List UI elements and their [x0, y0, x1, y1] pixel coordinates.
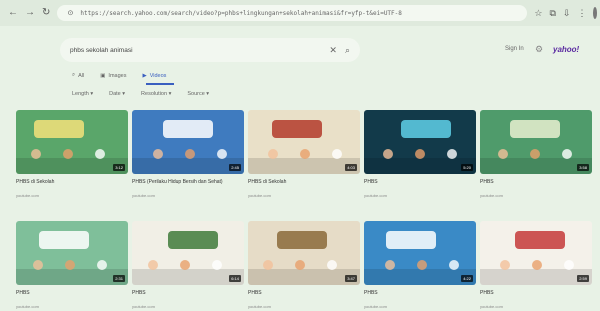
video-thumbnail[interactable]: 5:20: [364, 110, 476, 174]
video-thumbnail[interactable]: 3:58: [480, 110, 592, 174]
video-title[interactable]: PHBS: [480, 290, 592, 303]
video-duration: 3:12: [113, 164, 125, 171]
video-card[interactable]: 3:12 PHBS di Sekolah youtube.com: [16, 110, 128, 198]
extensions-icon[interactable]: ⧉: [549, 8, 555, 19]
video-duration: 3:47: [345, 275, 357, 282]
video-duration: 2:31: [113, 275, 125, 282]
search-tabs: ⌕ All ▣ Images ▶ Videos: [72, 72, 166, 79]
video-source: youtube.com: [248, 304, 271, 309]
video-card[interactable]: 2:31 PHBS youtube.com: [16, 221, 128, 309]
video-duration: 2:59: [577, 275, 589, 282]
address-bar[interactable]: ⊙ https://search.yahoo.com/search/video?…: [57, 5, 528, 21]
filter-source[interactable]: Source ▾: [187, 91, 209, 97]
play-icon: ▶: [142, 72, 147, 79]
video-source: youtube.com: [480, 304, 503, 309]
thumbnail-art: [16, 231, 128, 285]
video-card[interactable]: 4:03 PHBS di Sekolah youtube.com: [248, 110, 360, 198]
video-card[interactable]: 6:14 PHBS youtube.com: [132, 221, 244, 309]
site-info-icon[interactable]: ⊙: [65, 9, 75, 17]
video-title[interactable]: PHBS: [364, 179, 476, 192]
thumbnail-art: [16, 120, 128, 174]
filter-bar: Length ▾ Date ▾ Resolution ▾ Source ▾: [72, 91, 209, 97]
video-title[interactable]: PHBS di Sekolah: [248, 179, 360, 192]
menu-icon[interactable]: ⋮: [577, 8, 586, 19]
reload-icon[interactable]: ↻: [42, 8, 50, 18]
forward-arrow-icon[interactable]: →: [25, 8, 35, 18]
video-title[interactable]: PHBS: [480, 179, 592, 192]
video-source: youtube.com: [132, 304, 155, 309]
bookmark-star-icon[interactable]: ☆: [534, 8, 542, 19]
tab-all[interactable]: ⌕ All: [72, 72, 84, 79]
profile-avatar[interactable]: [593, 7, 598, 19]
tab-images[interactable]: ▣ Images: [100, 72, 126, 79]
video-card[interactable]: 3:47 PHBS youtube.com: [248, 221, 360, 309]
video-source: youtube.com: [16, 193, 39, 198]
video-title[interactable]: PHBS: [16, 290, 128, 303]
video-thumbnail[interactable]: 3:12: [16, 110, 128, 174]
thumbnail-art: [132, 120, 244, 174]
magnifier-icon: ⌕: [72, 72, 76, 78]
video-title[interactable]: PHBS: [364, 290, 476, 303]
search-box[interactable]: phbs sekolah animasi ✕ ⌕: [60, 38, 360, 62]
image-icon: ▣: [100, 72, 106, 79]
filter-length[interactable]: Length ▾: [72, 91, 93, 97]
video-source: youtube.com: [480, 193, 503, 198]
video-thumbnail[interactable]: 2:31: [16, 221, 128, 285]
filter-date[interactable]: Date ▾: [109, 91, 125, 97]
video-duration: 4:22: [461, 275, 473, 282]
video-duration: 3:58: [577, 164, 589, 171]
clear-icon[interactable]: ✕: [329, 45, 337, 56]
video-duration: 6:14: [229, 275, 241, 282]
video-duration: 5:20: [461, 164, 473, 171]
video-source: youtube.com: [364, 304, 387, 309]
video-duration: 2:45: [229, 164, 241, 171]
thumbnail-art: [248, 120, 360, 174]
gear-icon[interactable]: ⚙: [535, 44, 543, 55]
back-arrow-icon[interactable]: ←: [8, 8, 18, 18]
thumbnail-art: [248, 231, 360, 285]
video-thumbnail[interactable]: 2:59: [480, 221, 592, 285]
search-icon[interactable]: ⌕: [345, 45, 350, 56]
video-title[interactable]: PHBS (Perilaku Hidup Bersih dan Sehat): [132, 179, 244, 192]
url-text: https://search.yahoo.com/search/video?p=…: [80, 9, 402, 17]
video-title[interactable]: PHBS: [132, 290, 244, 303]
active-tab-indicator: [146, 83, 174, 85]
thumbnail-art: [364, 120, 476, 174]
search-input[interactable]: phbs sekolah animasi: [70, 47, 321, 54]
thumbnail-art: [480, 231, 592, 285]
video-thumbnail[interactable]: 3:47: [248, 221, 360, 285]
video-source: youtube.com: [364, 193, 387, 198]
video-card[interactable]: 2:45 PHBS (Perilaku Hidup Bersih dan Seha…: [132, 110, 244, 198]
video-source: youtube.com: [248, 193, 271, 198]
filter-resolution[interactable]: Resolution ▾: [141, 91, 171, 97]
video-thumbnail[interactable]: 4:22: [364, 221, 476, 285]
video-thumbnail[interactable]: 6:14: [132, 221, 244, 285]
video-card[interactable]: 5:20 PHBS youtube.com: [364, 110, 476, 198]
video-duration: 4:03: [345, 164, 357, 171]
browser-toolbar: ← → ↻ ⊙ https://search.yahoo.com/search/…: [0, 0, 600, 26]
video-thumbnail[interactable]: 2:45: [132, 110, 244, 174]
video-thumbnail[interactable]: 4:03: [248, 110, 360, 174]
video-source: youtube.com: [132, 193, 155, 198]
video-card[interactable]: 4:22 PHBS youtube.com: [364, 221, 476, 309]
video-title[interactable]: PHBS di Sekolah: [16, 179, 128, 192]
video-title[interactable]: PHBS: [248, 290, 360, 303]
thumbnail-art: [132, 231, 244, 285]
video-source: youtube.com: [16, 304, 39, 309]
downloads-icon[interactable]: ⇩: [563, 8, 571, 19]
thumbnail-art: [480, 120, 592, 174]
thumbnail-art: [364, 231, 476, 285]
brand-logo[interactable]: yahoo!: [553, 45, 579, 54]
video-card[interactable]: 3:58 PHBS youtube.com: [480, 110, 592, 198]
tab-videos[interactable]: ▶ Videos: [142, 72, 166, 79]
signin-link[interactable]: Sign In: [505, 46, 524, 52]
video-card[interactable]: 2:59 PHBS youtube.com: [480, 221, 592, 309]
